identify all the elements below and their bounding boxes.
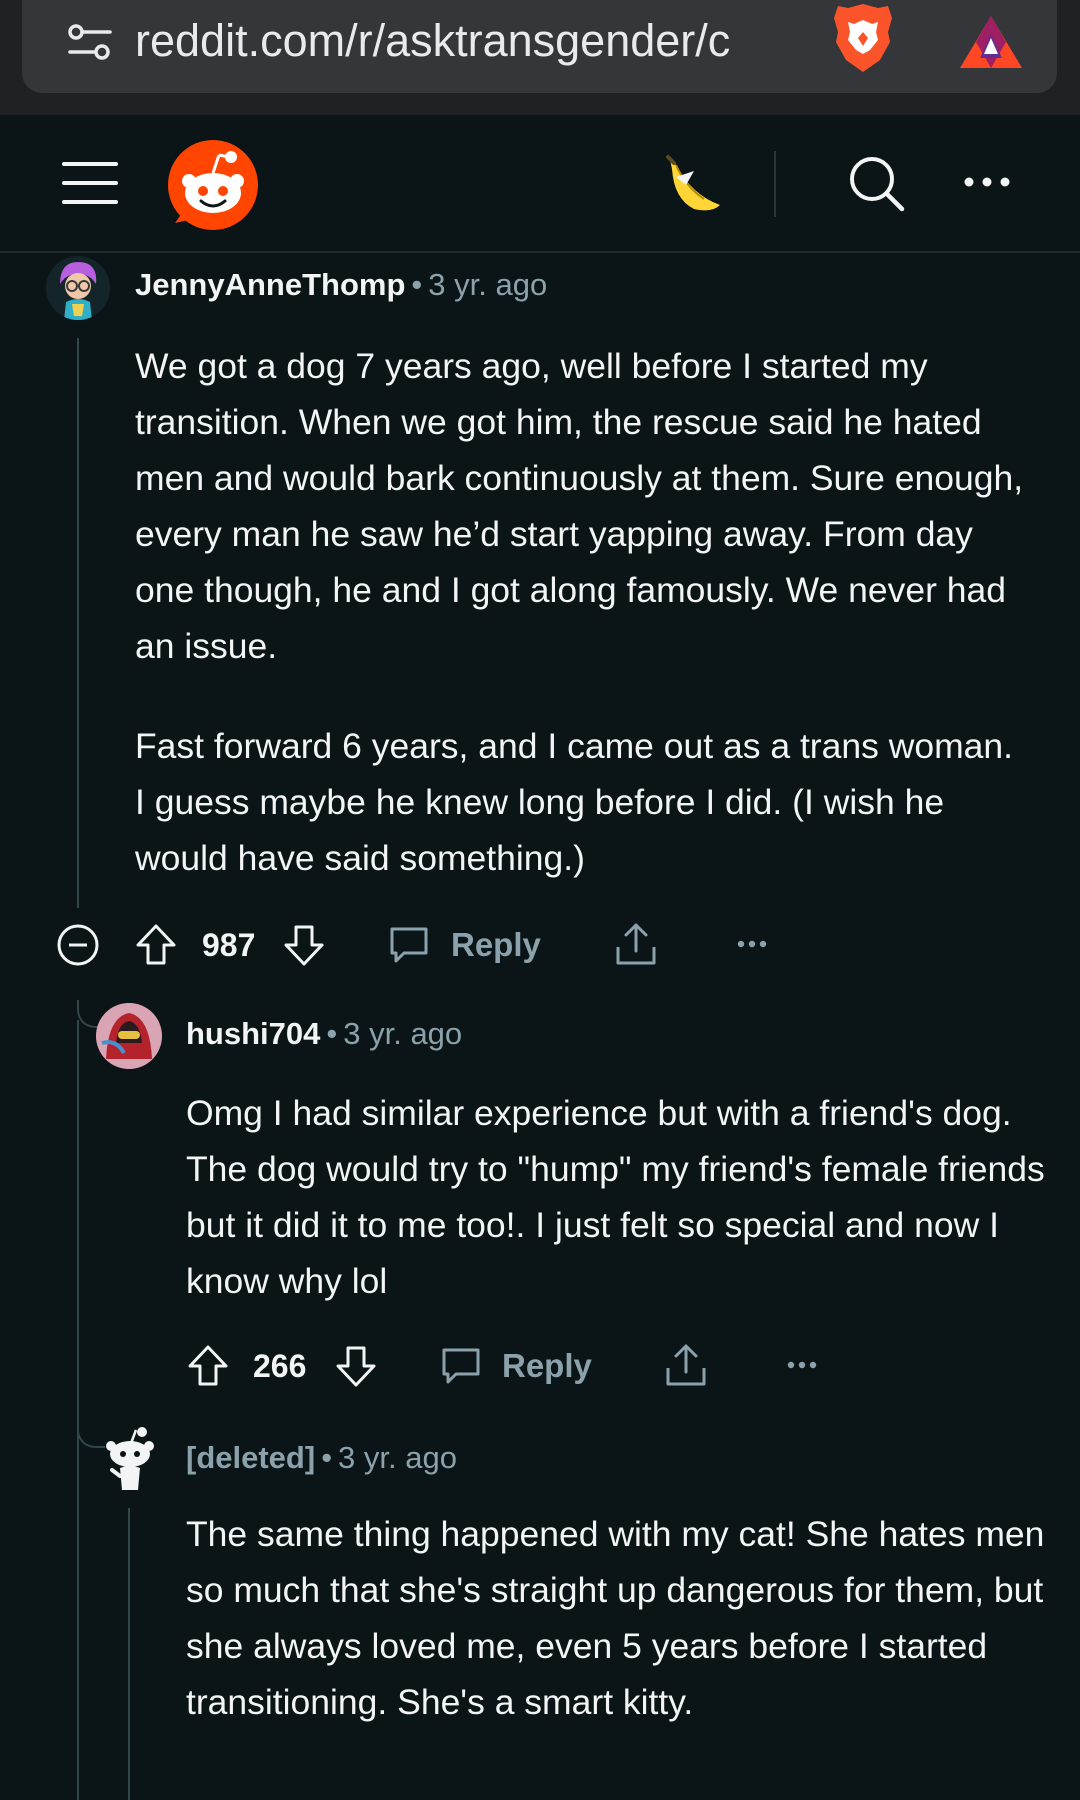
comment-paragraph: The same thing happened with my cat! She… [186,1514,1045,1722]
comment-paragraph: Omg I had similar experience but with a … [186,1093,1045,1301]
comment-paragraph: We got a dog 7 years ago, well before I … [135,346,1024,666]
comment-author[interactable]: hushi704 • 3 yr. ago [186,1016,462,1052]
url-text[interactable]: reddit.com/r/asktransgender/c [135,6,835,76]
more-options-icon[interactable] [962,167,1012,197]
deleted-user-snoo-icon [106,1427,154,1490]
reddit-header [0,115,1080,253]
thread-line[interactable] [77,338,79,908]
reply-button[interactable]: Reply [502,1336,592,1396]
reply-icon[interactable] [388,925,430,967]
comment-time: 3 yr. ago [338,1440,457,1475]
meta-separator: • [321,1440,333,1475]
comment-actions: 266 Reply [186,1336,826,1396]
comment-body: Omg I had similar experience but with a … [186,1085,1046,1309]
hamburger-menu-icon[interactable] [62,160,118,206]
comment-author: [deleted] • 3 yr. ago [186,1440,457,1476]
share-icon[interactable] [614,921,658,967]
avatar-image [96,1003,162,1069]
more-options-icon[interactable] [736,937,768,951]
reply-icon[interactable] [440,1346,482,1388]
brave-shields-icon[interactable] [832,2,894,74]
upvote-icon[interactable] [186,1344,230,1388]
site-settings-icon[interactable] [66,18,114,66]
address-bar[interactable]: reddit.com/r/asktransgender/c [22,0,1057,93]
browser-toolbar: reddit.com/r/asktransgender/c [0,0,1080,115]
banana-icon[interactable] [664,155,724,215]
reply-button[interactable]: Reply [451,915,541,975]
downvote-icon[interactable] [334,1344,378,1388]
thread-line[interactable] [128,1508,130,1800]
search-icon[interactable] [848,155,906,213]
meta-separator: • [326,1016,338,1051]
thread-connector [77,1420,105,1448]
more-options-icon[interactable] [786,1358,818,1372]
author-name[interactable]: hushi704 [186,1016,320,1051]
comment-body: We got a dog 7 years ago, well before I … [135,338,1025,886]
avatar-image [46,256,110,320]
comment-actions: 987 Reply [54,915,774,975]
comment-paragraph: Fast forward 6 years, and I came out as … [135,726,1014,878]
comment-author[interactable]: JennyAnneThomp • 3 yr. ago [135,267,547,303]
avatar[interactable] [46,256,110,320]
meta-separator: • [411,267,423,302]
thread-line [77,1020,79,1800]
comment-body: The same thing happened with my cat! She… [186,1506,1046,1730]
downvote-icon[interactable] [282,923,326,967]
brave-rewards-icon[interactable] [958,14,1024,70]
reddit-logo-icon[interactable] [167,139,259,231]
header-divider [774,151,776,217]
vote-score: 987 [202,927,256,963]
upvote-icon[interactable] [134,923,178,967]
avatar[interactable] [96,1003,162,1069]
author-name: [deleted] [186,1440,316,1475]
comment-time: 3 yr. ago [428,267,548,302]
comment-time: 3 yr. ago [343,1016,463,1051]
share-icon[interactable] [664,1342,708,1388]
collapse-thread-icon[interactable] [56,923,100,967]
author-name[interactable]: JennyAnneThomp [135,267,405,302]
avatar [102,1424,158,1494]
vote-score: 266 [253,1348,307,1384]
